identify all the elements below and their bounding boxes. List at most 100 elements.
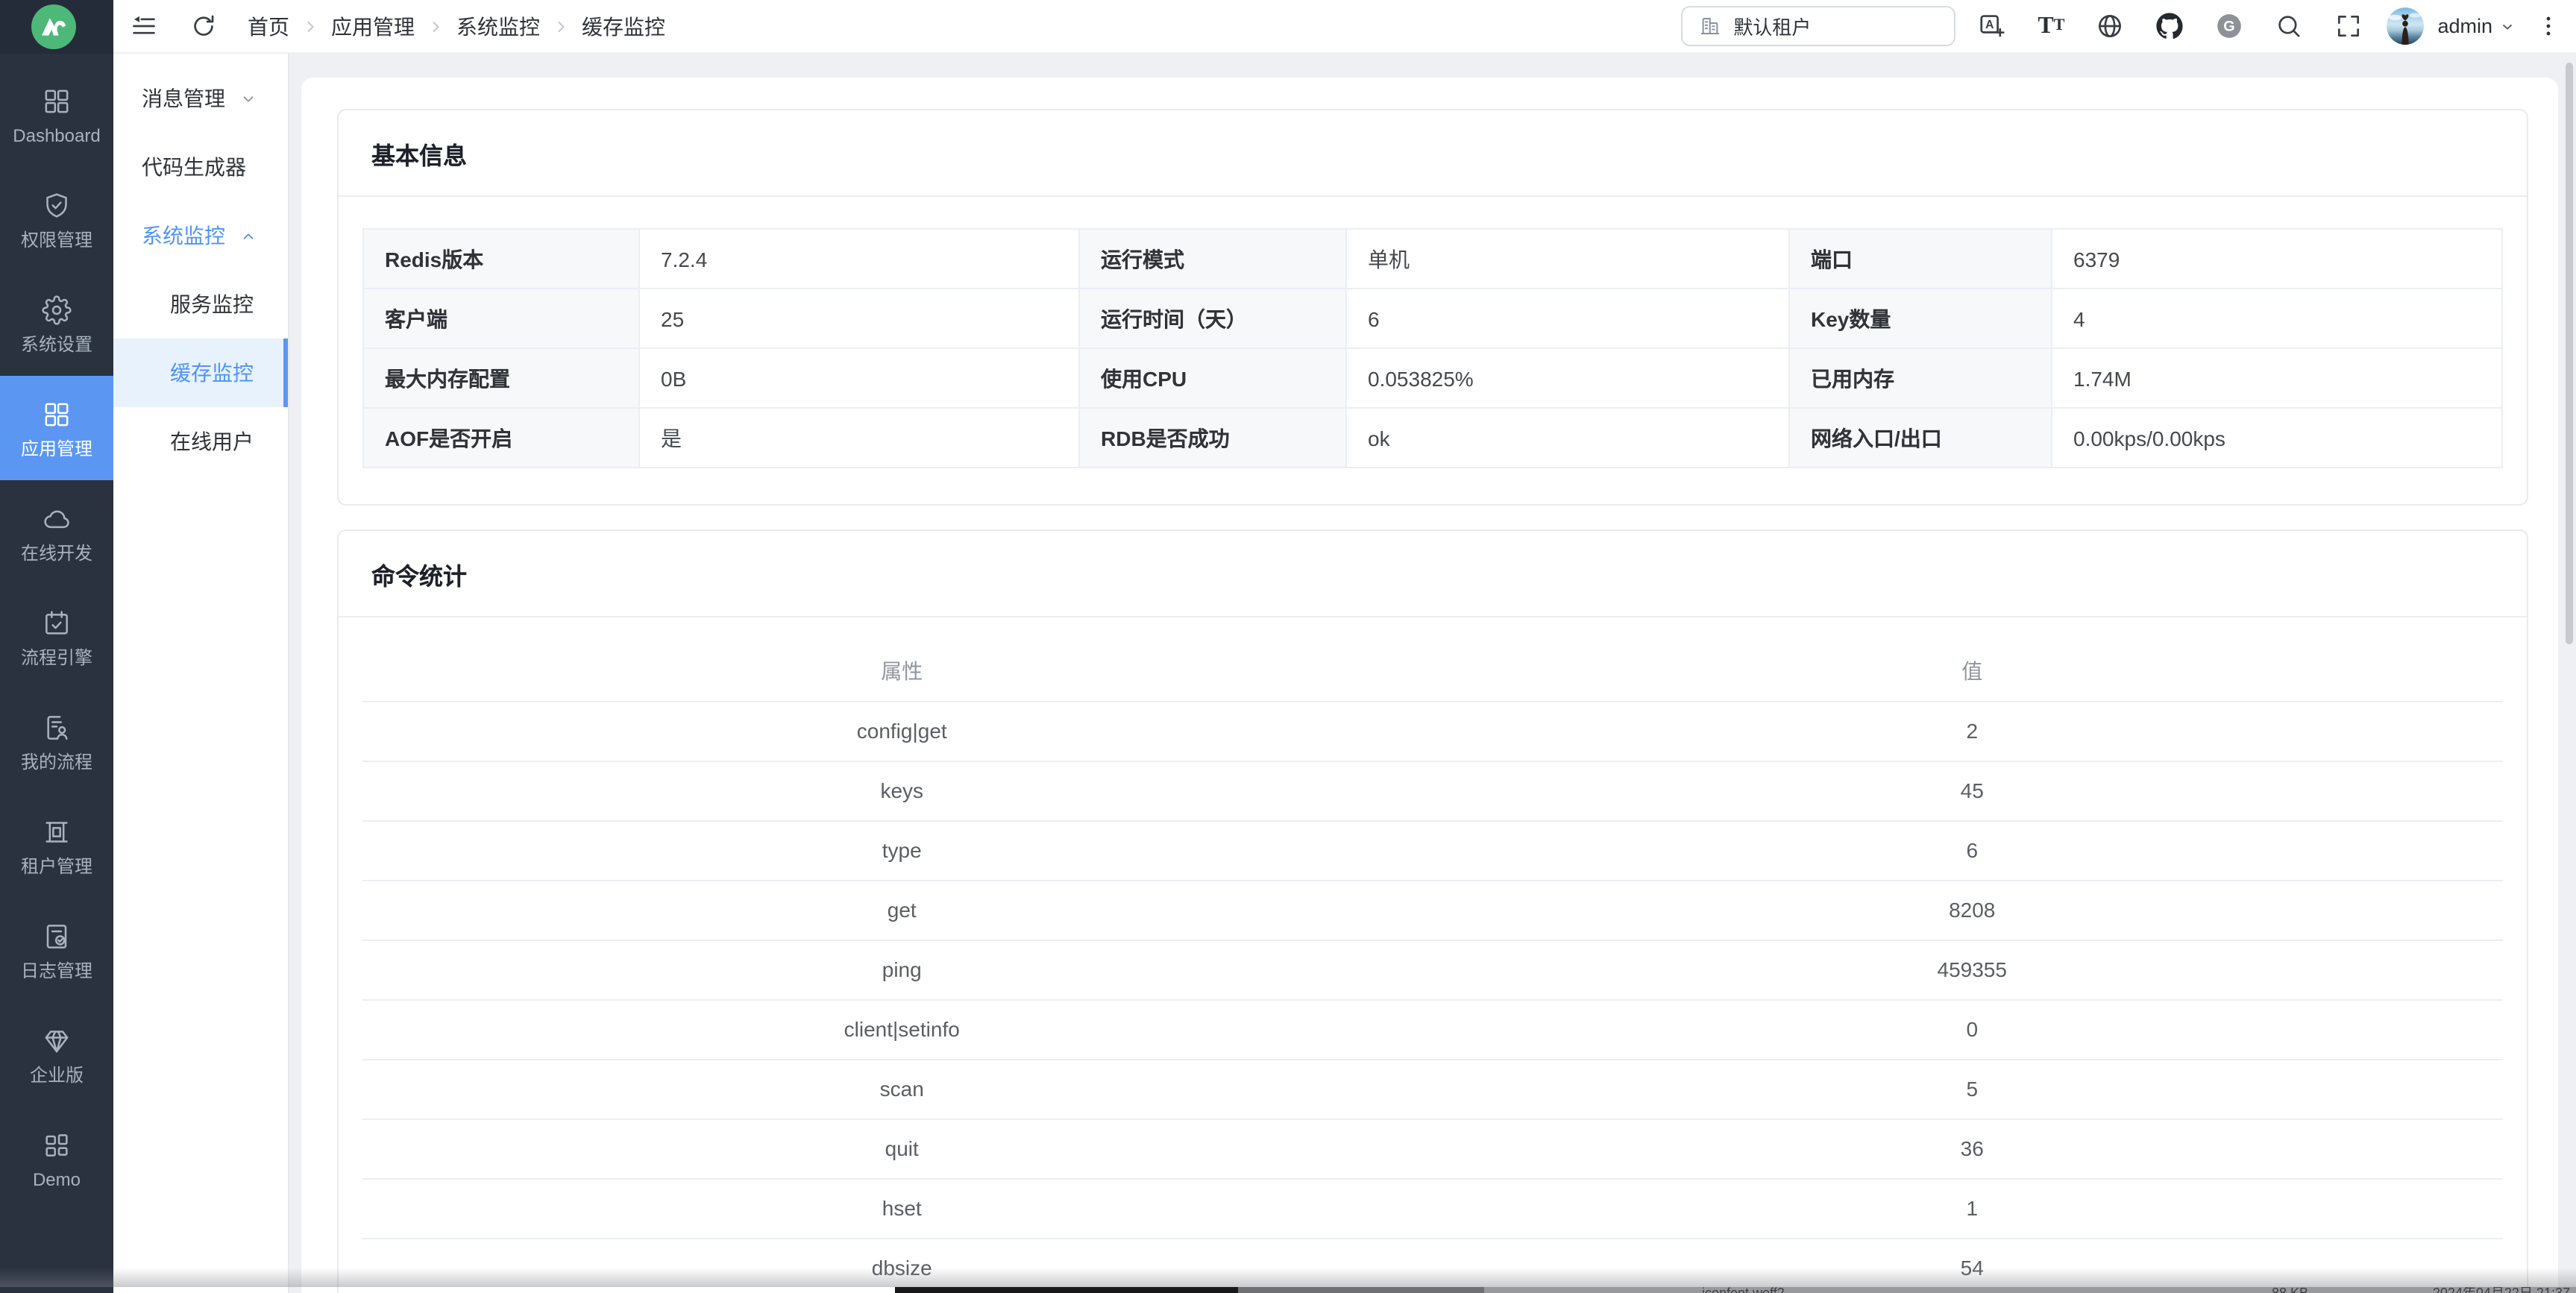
basic-info-body: Redis版本 7.2.4 运行模式 单机 端口 6379 客户端 25 运行时…: [339, 197, 2527, 504]
breadcrumb: 首页 应用管理 系统监控 缓存监控: [248, 11, 665, 41]
vertical-scrollbar[interactable]: [2566, 63, 2573, 644]
calendar-check-icon: [42, 608, 72, 638]
info-value: 25: [639, 289, 1079, 348]
info-label: 运行模式: [1079, 229, 1346, 289]
chevron-right-icon: [552, 17, 570, 35]
submenu-label: 服务监控: [170, 289, 254, 319]
table-header-row: 属性 值: [362, 641, 2503, 701]
table-row: AOF是否开启 是 RDB是否成功 ok 网络入口/出口 0.00kps/0.0…: [363, 408, 2502, 468]
secondary-sidebar: 消息管理 代码生成器 系统监控 服务监控 缓存监控 在线用户: [113, 54, 289, 1293]
language-globe-icon[interactable]: [2096, 12, 2124, 40]
rail-item-label: 应用管理: [21, 439, 92, 457]
edge-file-size: 88 KB: [2272, 1287, 2308, 1293]
building-icon: [1699, 15, 1721, 37]
rail-item-system-settings[interactable]: 系统设置: [0, 271, 113, 376]
cmd-value: 6: [1441, 820, 2503, 880]
rail-menu: Dashboard 权限管理 系统设置 应用管理 在线开发 流程引擎: [0, 54, 113, 1211]
user-avatar[interactable]: [2387, 7, 2424, 45]
command-stats-body: 属性 值 config|get2 keys45 type6 get8208 pi…: [339, 617, 2527, 1293]
submenu-label: 缓存监控: [170, 358, 254, 388]
info-label: 端口: [1789, 229, 2052, 289]
info-value: 6379: [2052, 229, 2502, 289]
diamond-icon: [42, 1025, 72, 1055]
edge-file-name: iconfont.woff2: [1702, 1287, 1785, 1293]
breadcrumb-system-monitor[interactable]: 系统监控: [456, 11, 540, 41]
rail-item-tenant-management[interactable]: 租户管理: [0, 793, 113, 898]
info-label: 客户端: [363, 289, 639, 348]
breadcrumb-cache-monitor: 缓存监控: [582, 11, 665, 41]
cmd-value: 459355: [1441, 940, 2503, 999]
font-size-icon[interactable]: TT: [2038, 14, 2064, 38]
cmd-value: 8208: [1441, 880, 2503, 940]
cmd-value: 1: [1441, 1178, 2503, 1238]
cmd-name: get: [362, 880, 1441, 940]
topbar-actions: 默认租户 A TT G: [1681, 6, 2561, 46]
rail-item-label: 企业版: [30, 1066, 84, 1083]
rail-item-enterprise[interactable]: 企业版: [0, 1002, 113, 1107]
rail-item-workflow-engine[interactable]: 流程引擎: [0, 585, 113, 689]
gitee-icon[interactable]: G: [2215, 12, 2243, 40]
table-row: dbsize54: [362, 1238, 2503, 1293]
rail-item-label: 我的流程: [21, 752, 92, 770]
table-row: hset1: [362, 1178, 2503, 1238]
topbar-icon-group: A TT G: [1978, 12, 2363, 40]
tenant-select[interactable]: 默认租户: [1681, 6, 1955, 46]
rail-item-my-workflow[interactable]: 我的流程: [0, 689, 113, 793]
shield-check-icon: [42, 190, 72, 220]
command-stats-header: 命令统计: [339, 531, 2527, 617]
column-header-value: 值: [1441, 641, 2503, 701]
logo-mountain-icon: [31, 4, 76, 49]
table-row: 最大内存配置 0B 使用CPU 0.053825% 已用内存 1.74M: [363, 348, 2502, 408]
submenu-online-users[interactable]: 在线用户: [113, 407, 288, 476]
info-label: AOF是否开启: [363, 408, 639, 468]
info-value: 0.00kps/0.00kps: [2052, 408, 2502, 468]
submenu-code-generator[interactable]: 代码生成器: [113, 133, 288, 201]
table-row: get8208: [362, 880, 2503, 940]
search-icon[interactable]: [2275, 12, 2303, 40]
submenu-message-management[interactable]: 消息管理: [113, 64, 288, 133]
svg-text:A: A: [1985, 19, 1994, 31]
cmd-name: quit: [362, 1119, 1441, 1178]
rail-item-label: 流程引擎: [21, 648, 92, 666]
info-label: 网络入口/出口: [1789, 408, 2052, 468]
more-options-icon[interactable]: [2536, 13, 2561, 39]
submenu-service-monitor[interactable]: 服务监控: [113, 270, 288, 339]
user-menu[interactable]: admin: [2437, 15, 2516, 37]
rail-item-log-management[interactable]: 日志管理: [0, 898, 113, 1002]
cmd-value: 54: [1441, 1238, 2503, 1293]
info-value: 0.053825%: [1346, 348, 1789, 408]
submenu-cache-monitor[interactable]: 缓存监控: [113, 339, 288, 407]
app-root: Dashboard 权限管理 系统设置 应用管理 在线开发 流程引擎: [0, 0, 2576, 1293]
github-icon[interactable]: [2155, 12, 2184, 40]
translate-icon[interactable]: A: [1978, 12, 2006, 40]
submenu-label: 在线用户: [170, 427, 254, 456]
refresh-icon[interactable]: [189, 12, 218, 40]
fullscreen-icon[interactable]: [2334, 12, 2363, 40]
cmd-name: hset: [362, 1178, 1441, 1238]
rail-item-permissions[interactable]: 权限管理: [0, 167, 113, 271]
collapse-sidebar-icon[interactable]: [130, 12, 158, 40]
table-row: ping459355: [362, 940, 2503, 999]
submenu-label: 系统监控: [142, 221, 225, 251]
rail-item-label: Demo: [33, 1170, 81, 1188]
basic-info-table: Redis版本 7.2.4 运行模式 单机 端口 6379 客户端 25 运行时…: [362, 228, 2503, 468]
app-logo[interactable]: [0, 0, 113, 54]
breadcrumb-home[interactable]: 首页: [248, 11, 289, 41]
rail-item-online-dev[interactable]: 在线开发: [0, 480, 113, 585]
rail-item-label: 日志管理: [21, 961, 92, 979]
rail-item-demo[interactable]: Demo: [0, 1107, 113, 1211]
cmd-name: dbsize: [362, 1238, 1441, 1293]
cmd-value: 36: [1441, 1119, 2503, 1178]
cmd-name: client|setinfo: [362, 999, 1441, 1059]
table-row: scan5: [362, 1059, 2503, 1119]
command-stats-title: 命令统计: [371, 556, 467, 591]
cmd-value: 2: [1441, 701, 2503, 761]
rail-item-dashboard[interactable]: Dashboard: [0, 63, 113, 167]
table-row: 客户端 25 运行时间（天） 6 Key数量 4: [363, 289, 2502, 348]
breadcrumb-app-management[interactable]: 应用管理: [331, 11, 415, 41]
info-value: 1.74M: [2052, 348, 2502, 408]
submenu-system-monitor[interactable]: 系统监控: [113, 201, 288, 270]
info-value: 6: [1346, 289, 1789, 348]
info-label: Key数量: [1789, 289, 2052, 348]
rail-item-app-management[interactable]: 应用管理: [0, 376, 113, 480]
